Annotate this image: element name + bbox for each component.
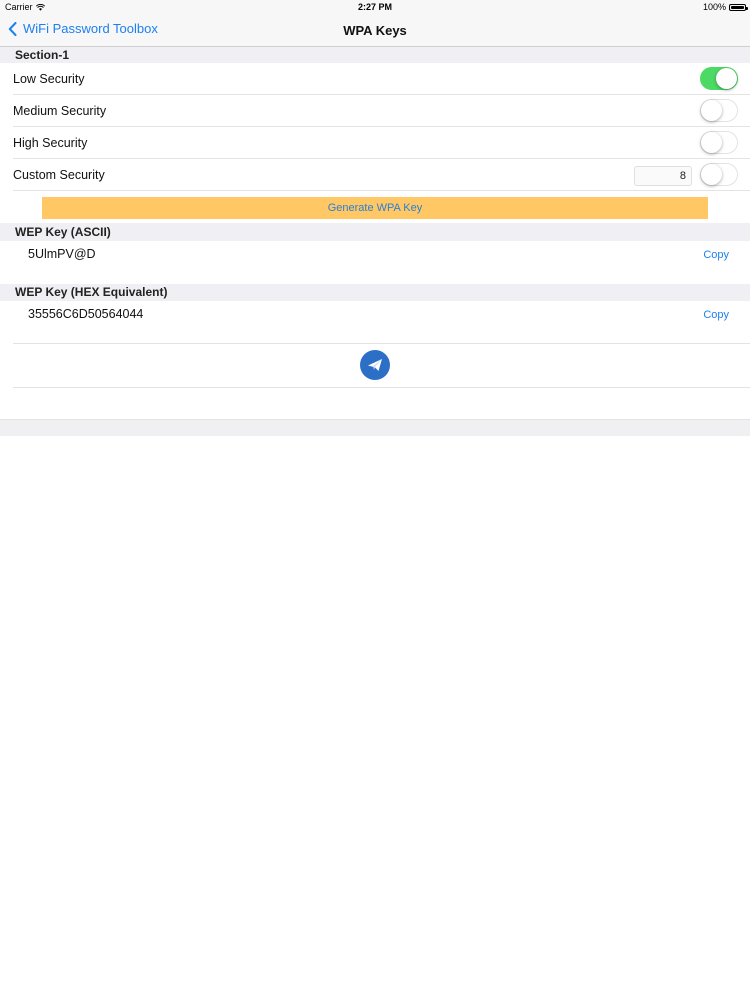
battery-info: 100% <box>702 2 748 12</box>
hex-key-value: 35556C6D50564044 <box>28 307 144 321</box>
battery-percent: 100% <box>702 2 726 12</box>
footer-band <box>0 420 750 436</box>
section-header-1: Section-1 <box>0 47 750 63</box>
row-label: Low Security <box>13 72 85 86</box>
section-header-ascii: WEP Key (ASCII) <box>0 223 750 241</box>
toggle-knob <box>701 100 722 121</box>
row-label: High Security <box>13 136 88 150</box>
toggle-knob <box>716 68 737 89</box>
status-time: 2:27 PM <box>357 2 392 12</box>
page-title: WPA Keys <box>343 23 407 38</box>
section-header-hex: WEP Key (HEX Equivalent) <box>0 284 750 301</box>
high-security-toggle[interactable] <box>700 131 738 154</box>
mail-send-icon <box>368 359 382 371</box>
toggle-knob <box>701 164 722 185</box>
row-label: Custom Security <box>13 168 105 182</box>
row-low-security: Low Security <box>0 63 750 95</box>
divider <box>13 387 750 388</box>
row-medium-security: Medium Security <box>0 95 750 127</box>
generate-wpa-key-button[interactable]: Generate WPA Key <box>42 197 708 219</box>
row-label: Medium Security <box>13 104 107 118</box>
custom-security-toggle[interactable] <box>700 163 738 186</box>
copy-hex-button[interactable]: Copy <box>703 309 729 321</box>
toggle-knob <box>701 132 722 153</box>
divider <box>13 343 750 344</box>
medium-security-toggle[interactable] <box>700 99 738 122</box>
row-high-security: High Security <box>0 127 750 159</box>
navigation-bar: WiFi Password Toolbox WPA Keys <box>0 14 750 47</box>
email-keys-button[interactable] <box>360 350 390 380</box>
custom-length-input[interactable]: 8 <box>634 166 692 186</box>
battery-icon <box>729 3 748 11</box>
copy-ascii-button[interactable]: Copy <box>703 249 729 261</box>
low-security-toggle[interactable] <box>700 67 738 90</box>
row-custom-security: Custom Security 8 <box>0 159 750 191</box>
ascii-key-value: 5UlmPV@D <box>28 247 96 261</box>
status-bar: Carrier 2:27 PM 100% <box>0 0 750 14</box>
